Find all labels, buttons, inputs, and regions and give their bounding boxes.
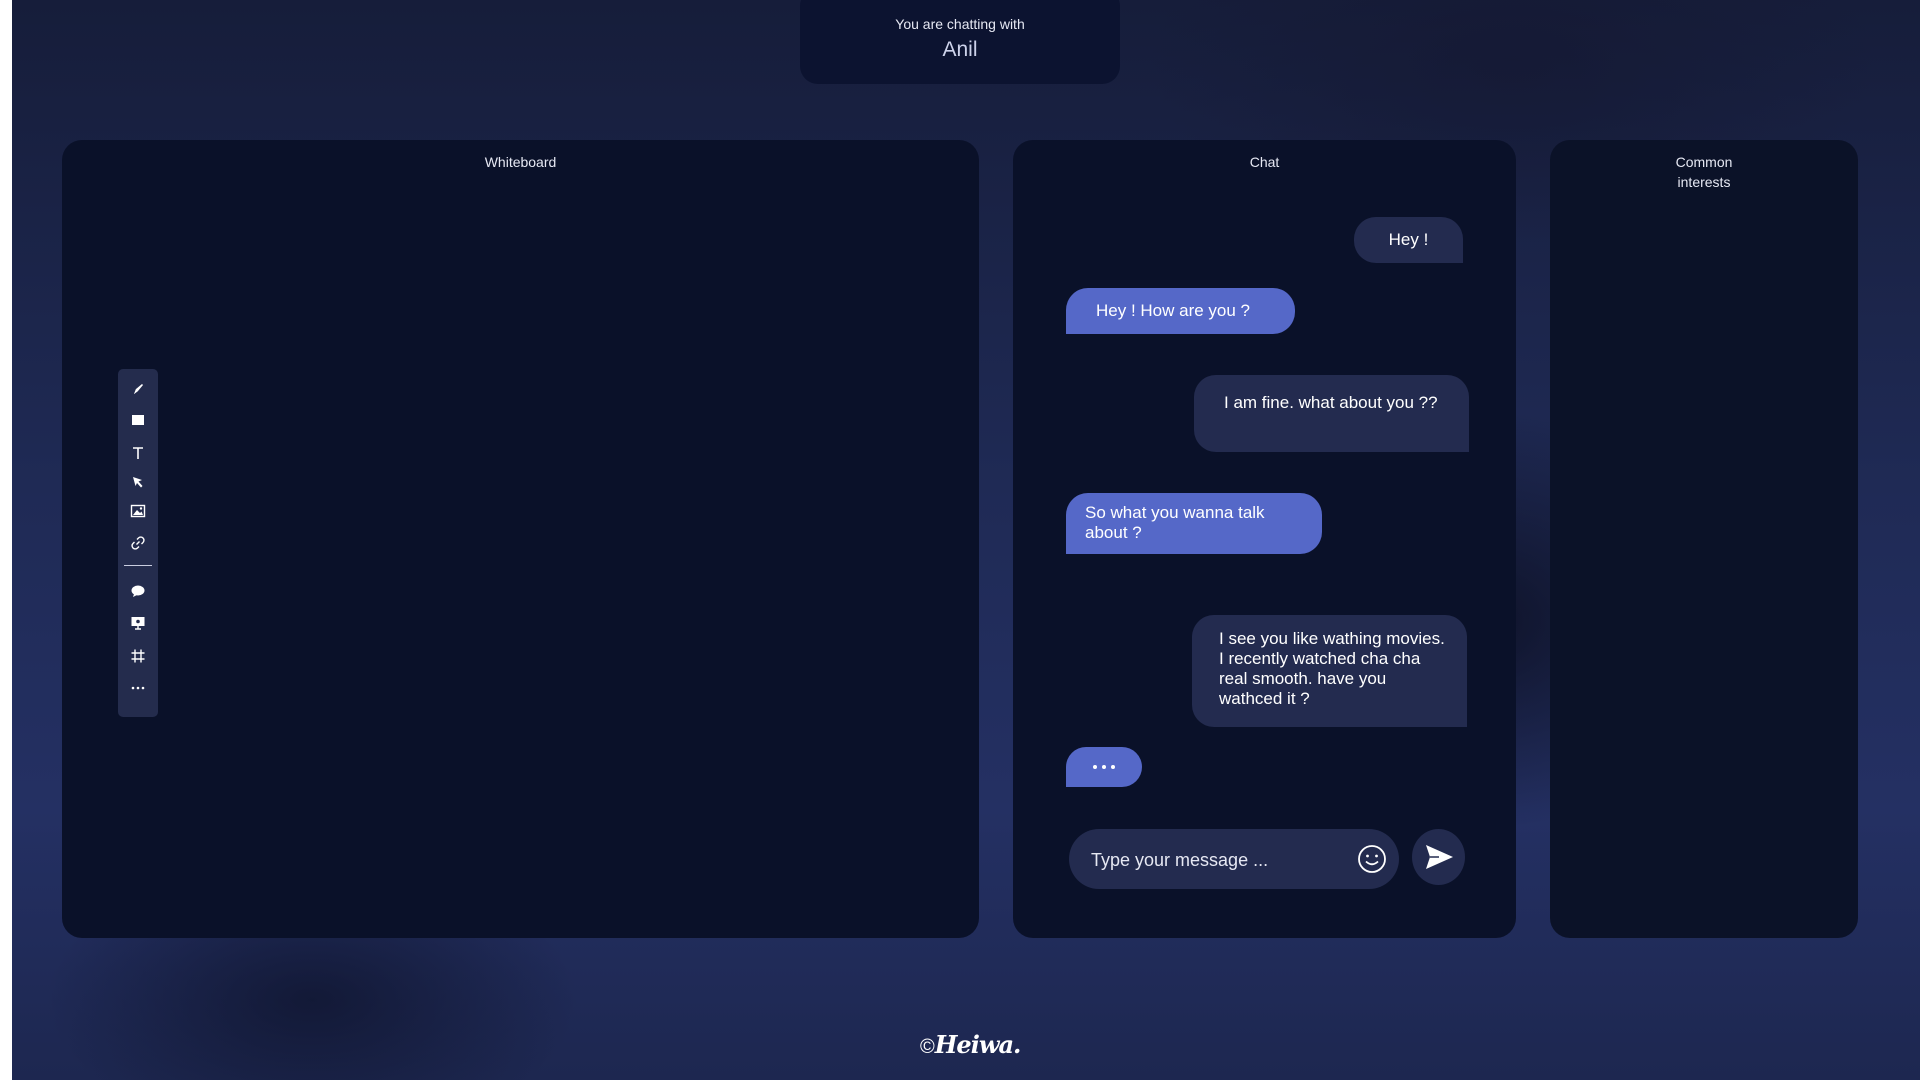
emoji-icon[interactable] (1357, 844, 1387, 874)
typing-dot (1111, 765, 1115, 769)
copyright-symbol: © (920, 1036, 935, 1058)
text-icon[interactable] (126, 441, 150, 465)
rectangle-icon[interactable] (126, 408, 150, 432)
frame-icon[interactable] (126, 644, 150, 668)
chat-title: Chat (1249, 154, 1280, 170)
image-icon[interactable] (126, 499, 150, 523)
header-subtitle: You are chatting with (895, 16, 1025, 32)
send-button[interactable] (1412, 829, 1465, 885)
brand-logo: Heiwa. (934, 1030, 1022, 1059)
footer: ©Heiwa. (920, 1030, 1022, 1059)
toolbar-divider (124, 565, 152, 566)
whiteboard-panel[interactable]: Whiteboard (62, 140, 979, 938)
message-sent: Hey ! (1354, 217, 1463, 263)
select-arrow-icon[interactable] (126, 470, 150, 494)
chat-partner-header: You are chatting with Anil (800, 0, 1120, 84)
message-received: Hey ! How are you ? (1066, 288, 1295, 334)
whiteboard-title: Whiteboard (484, 154, 557, 170)
typing-dot (1102, 765, 1106, 769)
message-input-container (1069, 829, 1399, 891)
send-icon (1425, 845, 1453, 869)
typing-indicator (1066, 747, 1142, 787)
whiteboard-toolbar (118, 369, 158, 717)
common-interests-panel: Common interests (1550, 140, 1858, 938)
message-sent: I see you like wathing movies. I recentl… (1192, 615, 1467, 727)
message-received: So what you wanna talk about ? (1066, 493, 1322, 554)
chat-panel: Chat Hey ! Hey ! How are you ? I am fine… (1013, 140, 1516, 938)
link-icon[interactable] (126, 531, 150, 555)
pen-icon[interactable] (126, 377, 150, 401)
comment-icon[interactable] (126, 579, 150, 603)
message-sent: I am fine. what about you ?? (1194, 375, 1469, 452)
message-input[interactable] (1089, 829, 1343, 891)
interests-title: Common interests (1675, 154, 1733, 190)
typing-dot (1093, 765, 1097, 769)
more-icon[interactable] (126, 676, 150, 700)
present-icon[interactable] (126, 611, 150, 635)
partner-name: Anil (942, 38, 978, 61)
